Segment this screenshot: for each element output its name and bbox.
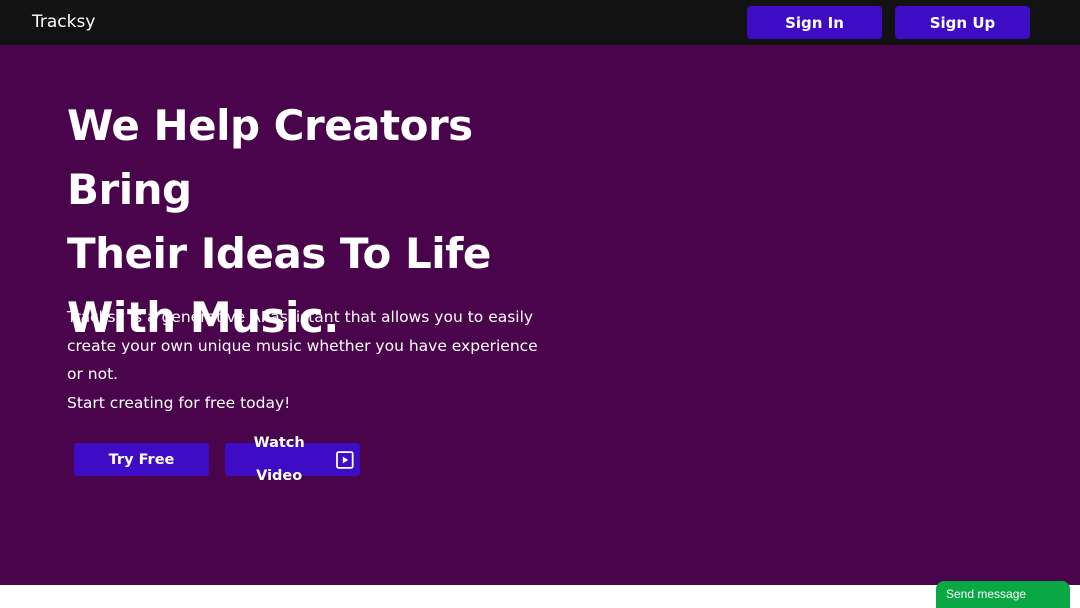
send-message-chat-button[interactable]: Send message bbox=[936, 581, 1070, 608]
hero-description-text: Tracksy is a generative AI assistant tha… bbox=[67, 308, 538, 383]
sign-up-button[interactable]: Sign Up bbox=[895, 6, 1030, 39]
sign-in-button[interactable]: Sign In bbox=[747, 6, 882, 39]
brand-logo[interactable]: Tracksy bbox=[32, 11, 95, 33]
hero-section: We Help Creators Bring Their Ideas To Li… bbox=[0, 45, 1080, 585]
hero-description: Tracksy is a generative AI assistant tha… bbox=[67, 303, 547, 417]
hero-headline-line: We Help Creators Bring bbox=[67, 101, 473, 214]
top-nav-bar: Tracksy Sign In Sign Up bbox=[0, 0, 1080, 45]
hero-cta-text: Start creating for free today! bbox=[67, 393, 291, 412]
try-free-button[interactable]: Try Free bbox=[74, 443, 209, 476]
watch-video-label: Watch Video bbox=[253, 434, 305, 484]
watch-video-button[interactable]: Watch Video bbox=[225, 435, 360, 484]
hero-headline-line: Their Ideas To Life bbox=[67, 229, 491, 278]
page-footer-area bbox=[0, 585, 1080, 608]
play-icon bbox=[336, 450, 354, 469]
